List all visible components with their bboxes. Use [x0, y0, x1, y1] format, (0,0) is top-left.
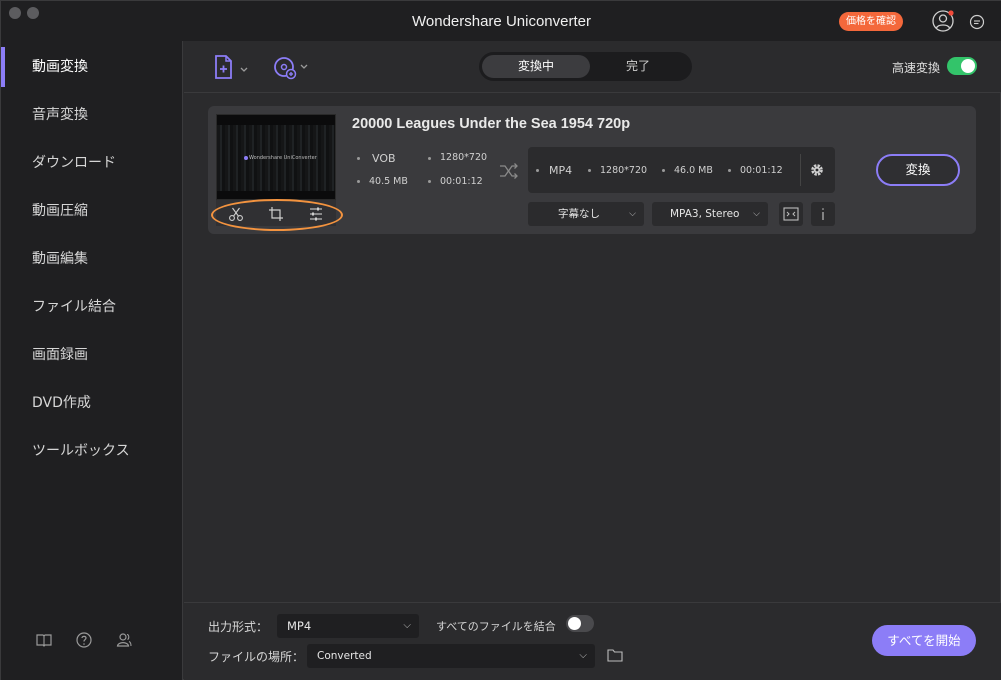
bullet [357, 180, 360, 183]
merge-all-toggle[interactable] [566, 615, 594, 632]
source-format: VOB [372, 152, 396, 165]
file-title: 20000 Leagues Under the Sea 1954 720p [352, 116, 631, 132]
add-file-icon[interactable] [212, 54, 252, 80]
sidebar-item-download[interactable]: ダウンロード [1, 139, 182, 187]
tab-converting[interactable]: 変換中 [482, 55, 590, 78]
sidebar-item-audio-convert[interactable]: 音声変換 [1, 91, 182, 139]
crop-icon[interactable] [268, 206, 284, 222]
chevron-down-icon: ⌵ [753, 209, 760, 219]
output-format-value: MP4 [287, 619, 312, 633]
chevron-down-icon: ⌵ [403, 620, 411, 631]
divider [800, 154, 801, 186]
sidebar: 動画変換 音声変換 ダウンロード 動画圧縮 動画編集 ファイル結合 画面録画 D… [1, 41, 183, 680]
subtitle-dropdown[interactable]: 字幕なし ⌵ [528, 202, 644, 226]
target-format: MP4 [549, 164, 573, 177]
info-icon [822, 208, 824, 220]
source-size: 40.5 MB [369, 176, 408, 187]
status-segmented-control: 変換中 完了 [479, 52, 692, 81]
output-location-label: ファイルの場所： [208, 650, 305, 664]
chevron-down-icon: ⌵ [579, 650, 587, 661]
bullet [662, 169, 665, 172]
sidebar-item-video-convert[interactable]: 動画変換 [1, 43, 182, 91]
bullet [428, 180, 431, 183]
sidebar-item-screen-record[interactable]: 画面録画 [1, 331, 182, 379]
book-icon[interactable] [35, 631, 53, 649]
sidebar-item-merge[interactable]: ファイル結合 [1, 283, 182, 331]
target-duration: 00:01:12 [740, 165, 783, 176]
sidebar-item-toolbox[interactable]: ツールボックス [1, 427, 182, 475]
subtitle-value: 字幕なし [558, 208, 600, 220]
high-speed-label: 高速変換 [892, 61, 941, 75]
tab-completed[interactable]: 完了 [587, 55, 689, 78]
thumbnail-logo-icon [244, 156, 248, 160]
convert-button[interactable]: 変換 [876, 154, 960, 186]
video-thumbnail[interactable]: Wondershare UniConverter [216, 114, 336, 200]
output-location-value: Converted [317, 650, 372, 662]
app-window: Wondershare Uniconverter 価格を確認 動画変換 音声変換… [0, 0, 1001, 680]
gear-icon[interactable] [809, 162, 825, 178]
help-icon[interactable] [75, 631, 93, 649]
subtitle-icon [783, 207, 799, 221]
check-price-button[interactable]: 価格を確認 [839, 12, 903, 31]
toggle-knob [568, 617, 581, 630]
bullet [536, 169, 539, 172]
source-duration: 00:01:12 [440, 176, 483, 187]
target-size: 46.0 MB [674, 165, 713, 176]
bullet [428, 157, 431, 160]
sidebar-item-dvd[interactable]: DVD作成 [1, 379, 182, 427]
chevron-down-icon: ⌵ [629, 209, 636, 219]
feedback-icon[interactable] [969, 14, 985, 30]
start-all-button[interactable]: すべてを開始 [872, 625, 976, 656]
output-location-dropdown[interactable]: Converted ⌵ [307, 644, 595, 668]
users-icon[interactable] [115, 631, 133, 649]
scissors-icon[interactable] [228, 206, 244, 222]
toggle-knob [961, 59, 975, 73]
convert-arrow-icon [500, 163, 518, 179]
user-avatar-icon[interactable] [932, 10, 954, 32]
sidebar-item-compress[interactable]: 動画圧縮 [1, 187, 182, 235]
add-disc-icon[interactable] [272, 54, 312, 80]
source-resolution: 1280*720 [440, 152, 488, 163]
output-format-dropdown[interactable]: MP4 ⌵ [277, 614, 419, 638]
target-resolution: 1280*720 [600, 165, 648, 176]
toolbar: 変換中 完了 高速変換 [184, 41, 1001, 93]
effects-icon[interactable] [308, 206, 324, 222]
merge-all-label: すべてのファイルを結合 [436, 620, 556, 633]
info-button[interactable] [811, 202, 835, 226]
subtitle-editor-button[interactable] [779, 202, 803, 226]
bullet [588, 169, 591, 172]
audio-dropdown[interactable]: MPA3, Stereo ⌵ [652, 202, 768, 226]
high-speed-toggle[interactable] [947, 57, 977, 75]
folder-icon[interactable] [607, 648, 623, 662]
sidebar-item-edit[interactable]: 動画編集 [1, 235, 182, 283]
bullet [728, 169, 731, 172]
audio-value: MPA3, Stereo [670, 208, 740, 220]
title-bar: Wondershare Uniconverter 価格を確認 [1, 1, 1001, 41]
bullet [357, 157, 360, 160]
output-format-label: 出力形式： [208, 620, 269, 634]
thumbnail-text: Wondershare UniConverter [249, 155, 317, 161]
